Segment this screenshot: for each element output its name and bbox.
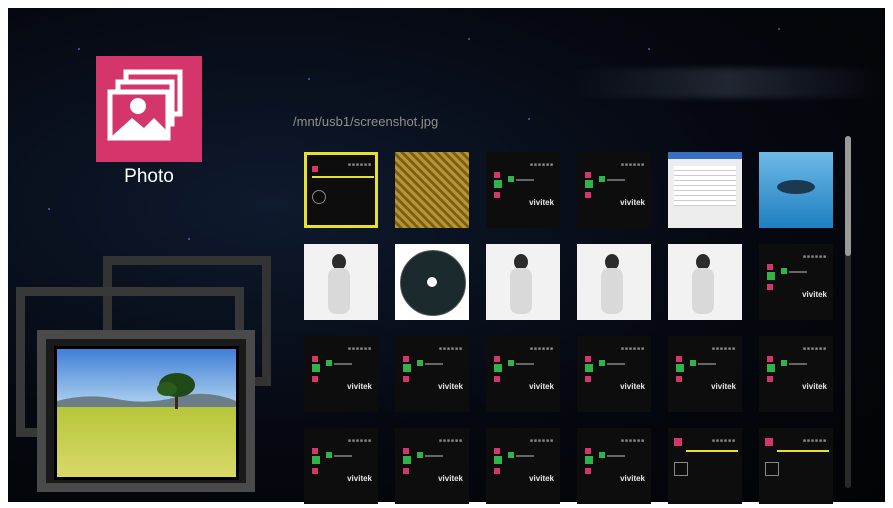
- thumbnail-portrait[interactable]: [486, 244, 560, 320]
- brand-label: vivitek: [529, 382, 554, 391]
- dolphin: [777, 180, 815, 194]
- thumbnail-menu-screen[interactable]: ■■■■■■ vivitek: [577, 152, 651, 228]
- thumbnail-menu-screen[interactable]: ■■■■■■ vivitek: [668, 336, 742, 412]
- star: [308, 78, 310, 80]
- brand-label: vivitek: [438, 382, 463, 391]
- thumbnail-menu-screen[interactable]: ■■■■■■ vivitek: [759, 244, 833, 320]
- thumbnail-menu-screen[interactable]: ■■■■■■ vivitek: [395, 336, 469, 412]
- thumbnail-portrait[interactable]: [577, 244, 651, 320]
- star: [778, 28, 780, 30]
- star: [468, 38, 470, 40]
- brand-label: vivitek: [620, 382, 645, 391]
- star: [648, 48, 650, 50]
- thumbnail-gold-pattern[interactable]: [395, 152, 469, 228]
- star: [188, 238, 190, 240]
- photos-icon: [107, 69, 183, 141]
- light-streak: [568, 68, 885, 98]
- thumbnail-menu-screen[interactable]: ■■■■■■ vivitek: [759, 336, 833, 412]
- thumbnail-menu-screen[interactable]: ■■■■■■ vivitek: [486, 152, 560, 228]
- thumbnail-menu-screen[interactable]: ■■■■■■ vivitek: [304, 336, 378, 412]
- thumbnail-menu-screen[interactable]: ■■■■■■ vivitek: [304, 428, 378, 504]
- brand-label: vivitek: [620, 474, 645, 483]
- thumbnail-menu-screen[interactable]: ■■■■■■ vivitek: [577, 336, 651, 412]
- thumbnail-dolphin-photo[interactable]: [759, 152, 833, 228]
- thumbnail-file-dialog[interactable]: [668, 152, 742, 228]
- app-title: Photo: [124, 166, 174, 187]
- brand-label: vivitek: [347, 474, 372, 483]
- brand-label: vivitek: [802, 382, 827, 391]
- brand-label: vivitek: [347, 382, 372, 391]
- brand-label: vivitek: [438, 474, 463, 483]
- file-path-label: /mnt/usb1/screenshot.jpg: [293, 114, 439, 129]
- thumbnail-settings-screen[interactable]: ■■■■■■: [304, 152, 378, 228]
- star: [78, 48, 80, 50]
- brand-label: vivitek: [802, 290, 827, 299]
- brand-label: vivitek: [711, 382, 736, 391]
- star: [48, 208, 50, 210]
- thumbnail-cd-disc[interactable]: [395, 244, 469, 320]
- thumbnail-file-screen[interactable]: ■■■■■■: [668, 428, 742, 504]
- scrollbar-thumb[interactable]: [845, 136, 851, 256]
- brand-label: vivitek: [529, 198, 554, 207]
- thumbnail-menu-screen[interactable]: ■■■■■■ vivitek: [486, 336, 560, 412]
- thumbnail-portrait[interactable]: [304, 244, 378, 320]
- photo-app-icon: [96, 56, 202, 162]
- landscape-preview-image: [54, 346, 239, 480]
- brand-label: vivitek: [529, 474, 554, 483]
- star: [528, 118, 530, 120]
- brand-label: vivitek: [620, 198, 645, 207]
- thumbnail-menu-screen[interactable]: ■■■■■■ vivitek: [395, 428, 469, 504]
- thumbnail-portrait[interactable]: [668, 244, 742, 320]
- thumbnail-menu-screen[interactable]: ■■■■■■ vivitek: [577, 428, 651, 504]
- thumbnail-music-screen[interactable]: ■■■■■■: [759, 428, 833, 504]
- thumbnail-menu-screen[interactable]: ■■■■■■ vivitek: [486, 428, 560, 504]
